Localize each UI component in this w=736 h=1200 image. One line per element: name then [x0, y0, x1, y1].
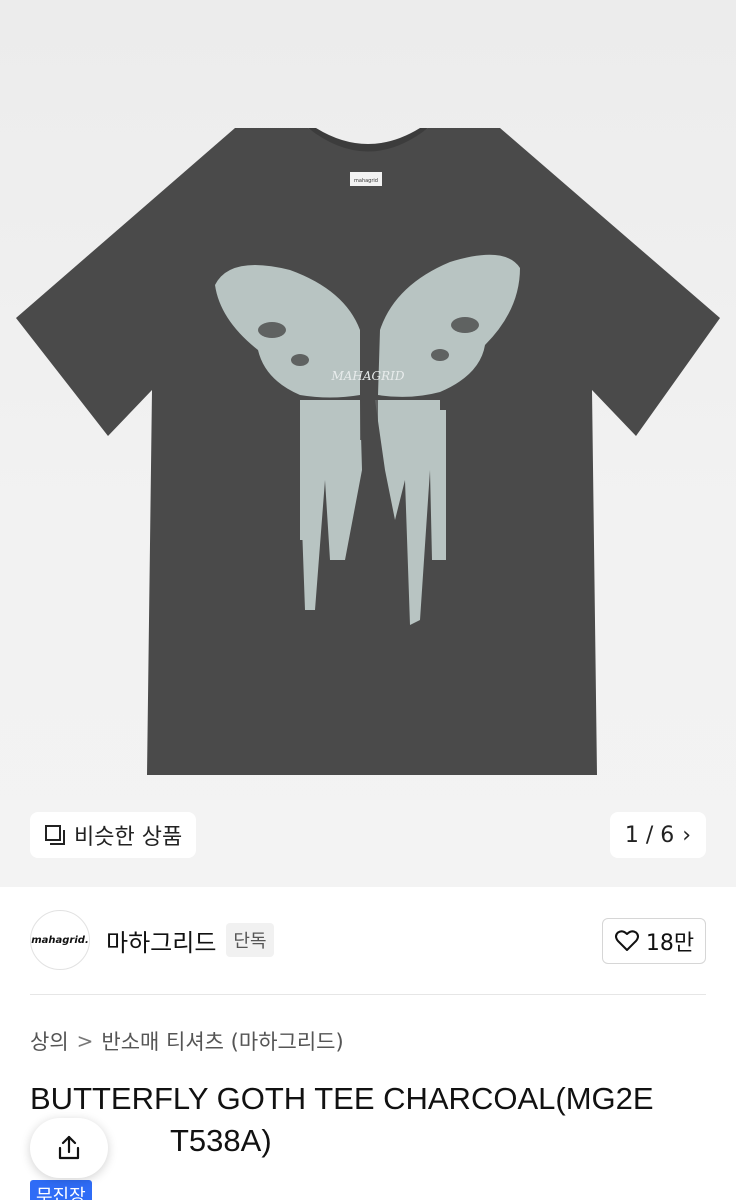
svg-text:MAHAGRID: MAHAGRID [330, 369, 404, 383]
share-button[interactable] [30, 1118, 108, 1178]
product-image-gallery[interactable]: mahagrid MAHAGRID 비슷한 상품 1 / 6 › [0, 0, 736, 887]
similar-products-label: 비슷한 상품 [74, 825, 183, 850]
product-title-line2: T538A) [170, 1123, 272, 1158]
image-pager-button[interactable]: 1 / 6 › [610, 812, 706, 858]
neck-label-text: mahagrid [354, 178, 378, 184]
product-title-line1: BUTTERFLY GOTH TEE CHARCOAL(MG2E [30, 1081, 654, 1116]
exclusive-badge: 단독 [226, 923, 274, 957]
product-title: BUTTERFLY GOTH TEE CHARCOAL(MG2E T538A) [30, 1078, 706, 1162]
divider [30, 994, 706, 995]
share-icon [58, 1135, 80, 1160]
like-button[interactable]: 18만 [602, 918, 706, 964]
brand-row: mahagrid. 마하그리드 단독 18만 [30, 910, 706, 970]
product-image: mahagrid MAHAGRID [16, 128, 720, 775]
like-count: 18만 [645, 931, 695, 956]
image-counter: 1 / 6 [624, 822, 675, 848]
heart-icon [614, 930, 639, 951]
breadcrumb-item-subcategory[interactable]: 반소매 티셔츠 (마하그리드) [101, 1026, 343, 1056]
similar-products-icon [44, 824, 66, 846]
brand-logo[interactable]: mahagrid. [30, 910, 90, 970]
shipping-badge: 무진장 [30, 1180, 92, 1200]
similar-products-button[interactable]: 비슷한 상품 [30, 812, 197, 858]
brand-name[interactable]: 마하그리드 [106, 923, 216, 958]
breadcrumb: 상의 > 반소매 티셔츠 (마하그리드) [30, 1026, 344, 1056]
breadcrumb-separator: > [76, 1029, 94, 1053]
breadcrumb-item-category[interactable]: 상의 [30, 1026, 69, 1056]
chevron-right-icon: › [682, 822, 692, 848]
